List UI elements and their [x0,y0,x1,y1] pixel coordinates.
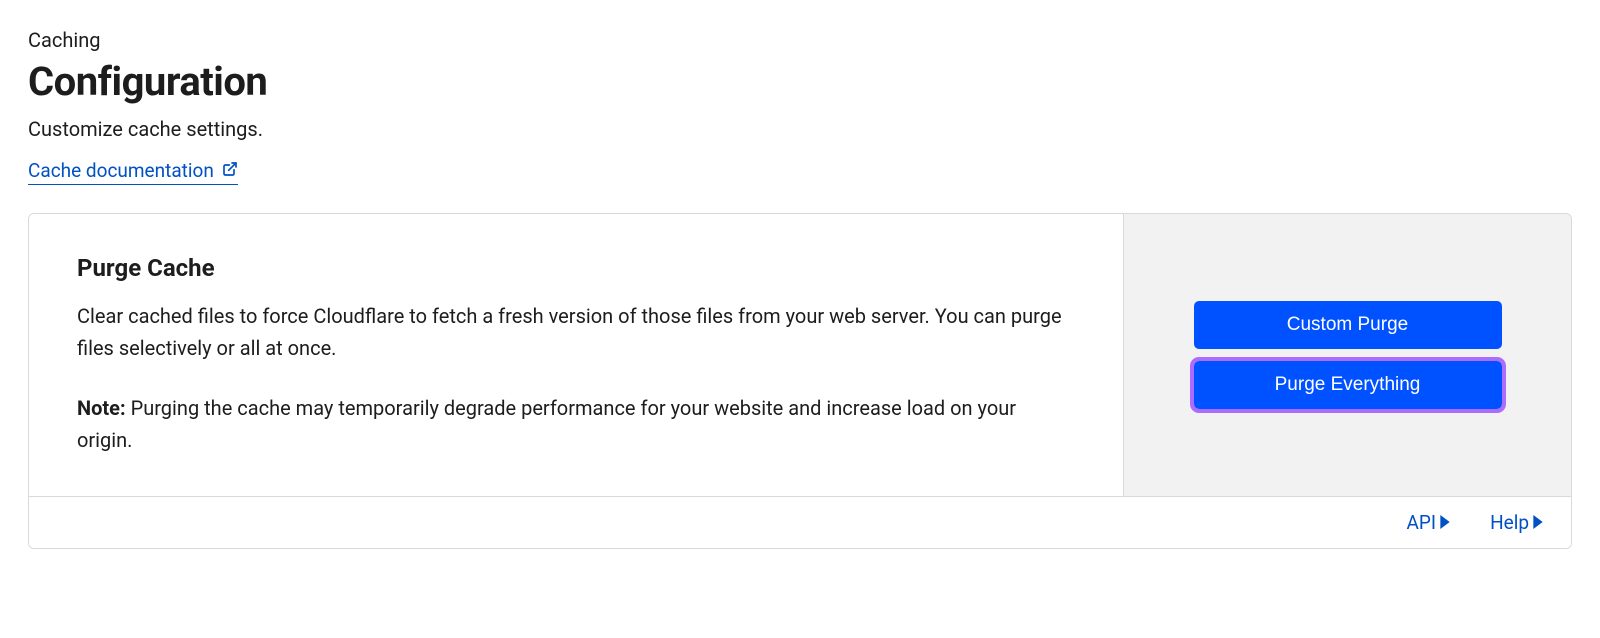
help-link[interactable]: Help [1490,511,1543,534]
api-link-label: API [1407,511,1437,534]
help-link-label: Help [1490,511,1529,534]
card-actions: Custom Purge Purge Everything [1123,214,1571,496]
caret-right-icon [1440,511,1450,534]
card-content: Purge Cache Clear cached files to force … [29,214,1123,496]
card-body: Purge Cache Clear cached files to force … [29,214,1571,496]
page-subtitle: Customize cache settings. [28,117,1572,141]
api-link[interactable]: API [1407,511,1451,534]
note-text: Purging the cache may temporarily degrad… [77,396,1016,452]
breadcrumb: Caching [28,28,1572,52]
card-description: Clear cached files to force Cloudflare t… [77,300,1075,364]
caret-right-icon [1533,511,1543,534]
cache-documentation-link[interactable]: Cache documentation [28,159,238,185]
external-link-icon [222,159,238,182]
card-title: Purge Cache [77,254,1075,282]
custom-purge-button[interactable]: Custom Purge [1194,301,1502,349]
purge-cache-card: Purge Cache Clear cached files to force … [28,213,1572,549]
note-label: Note: [77,396,126,420]
doc-link-label: Cache documentation [28,159,214,182]
card-footer: API Help [29,496,1571,548]
page-title: Configuration [28,58,1572,105]
purge-everything-button[interactable]: Purge Everything [1194,361,1502,409]
card-note: Note: Purging the cache may temporarily … [77,392,1075,456]
